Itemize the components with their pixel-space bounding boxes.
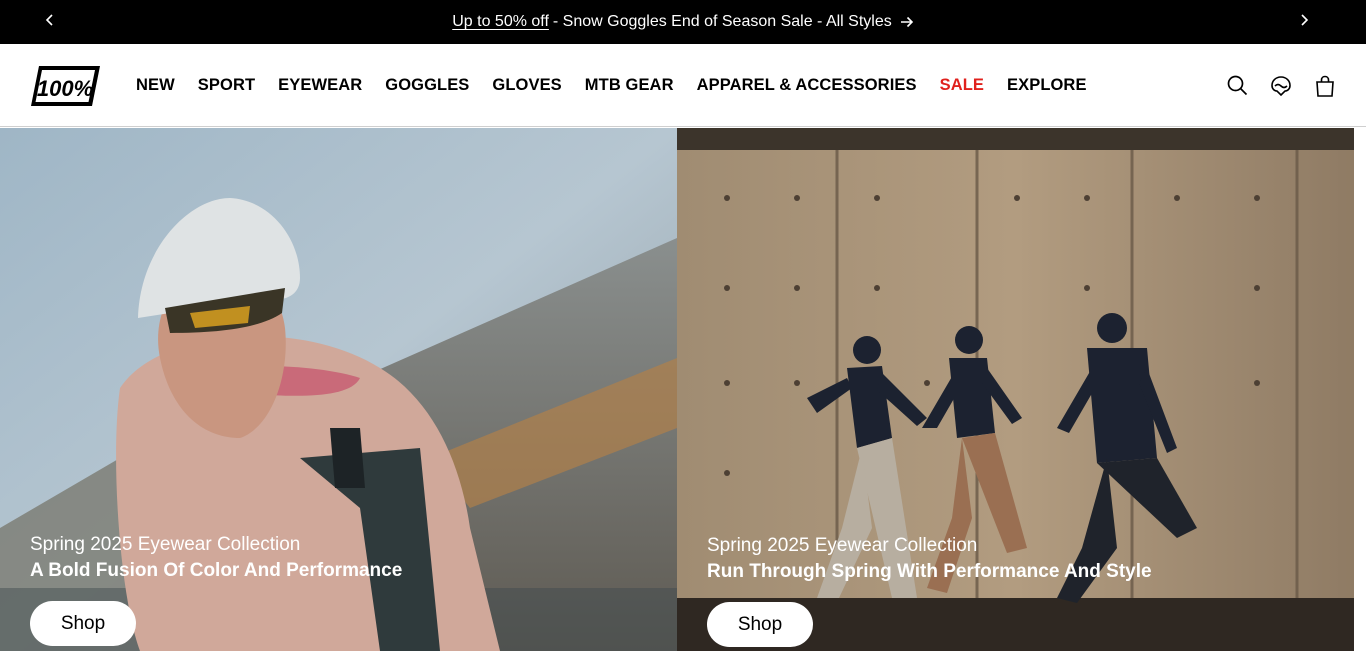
announcement-message: Up to 50% off - Snow Goggles End of Seas… <box>0 0 1366 44</box>
hero-tile-eyewear-running[interactable]: Spring 2025 Eyewear Collection Run Throu… <box>677 128 1354 651</box>
nav-item-apparel-accessories[interactable]: APPAREL & ACCESSORIES <box>697 76 917 95</box>
brand-logo[interactable]: 100% <box>30 64 101 108</box>
nav-item-sport[interactable]: SPORT <box>198 76 255 95</box>
hero-left-shop-button[interactable]: Shop <box>30 601 136 646</box>
logo-text: 100% <box>37 76 93 101</box>
announcement-text: - Snow Goggles End of Season Sale - All … <box>552 13 892 30</box>
nav-item-gloves[interactable]: GLOVES <box>492 76 561 95</box>
nav-item-sale[interactable]: SALE <box>940 76 984 95</box>
hero-right-shop-button[interactable]: Shop <box>707 602 813 647</box>
main-nav: NEW SPORT EYEWEAR GOGGLES GLOVES MTB GEA… <box>136 44 1110 127</box>
support-icon[interactable] <box>1270 75 1292 97</box>
hero-left-headline: A Bold Fusion Of Color And Performance <box>30 560 403 581</box>
header-actions <box>1204 44 1336 127</box>
hero-right-headline: Run Through Spring With Performance And … <box>707 561 1152 582</box>
announcement-link[interactable]: Up to 50% off <box>452 13 549 31</box>
site-header: 100% NEW SPORT EYEWEAR GOGGLES GLOVES MT… <box>0 44 1366 127</box>
nav-item-eyewear[interactable]: EYEWEAR <box>278 76 362 95</box>
announcement-bar: Up to 50% off - Snow Goggles End of Seas… <box>0 0 1366 44</box>
chevron-right-icon <box>1299 13 1309 31</box>
hero-right-eyebrow: Spring 2025 Eyewear Collection <box>707 535 978 556</box>
nav-item-explore[interactable]: EXPLORE <box>1007 76 1087 95</box>
arrow-right-icon[interactable] <box>900 16 914 28</box>
nav-item-goggles[interactable]: GOGGLES <box>385 76 469 95</box>
hero-right-caption: Spring 2025 Eyewear Collection Run Throu… <box>707 534 1152 586</box>
hero-section: Spring 2025 Eyewear Collection A Bold Fu… <box>0 128 1366 651</box>
bag-icon[interactable] <box>1314 75 1336 97</box>
hero-tile-eyewear-cycling[interactable]: Spring 2025 Eyewear Collection A Bold Fu… <box>0 128 677 651</box>
nav-item-new[interactable]: NEW <box>136 76 175 95</box>
announcement-next-button[interactable] <box>1282 0 1326 44</box>
page-gutter <box>1354 128 1366 651</box>
hero-left-eyebrow: Spring 2025 Eyewear Collection <box>30 534 301 555</box>
nav-item-mtb-gear[interactable]: MTB GEAR <box>585 76 674 95</box>
search-icon[interactable] <box>1226 75 1248 97</box>
hero-left-caption: Spring 2025 Eyewear Collection A Bold Fu… <box>30 533 402 585</box>
